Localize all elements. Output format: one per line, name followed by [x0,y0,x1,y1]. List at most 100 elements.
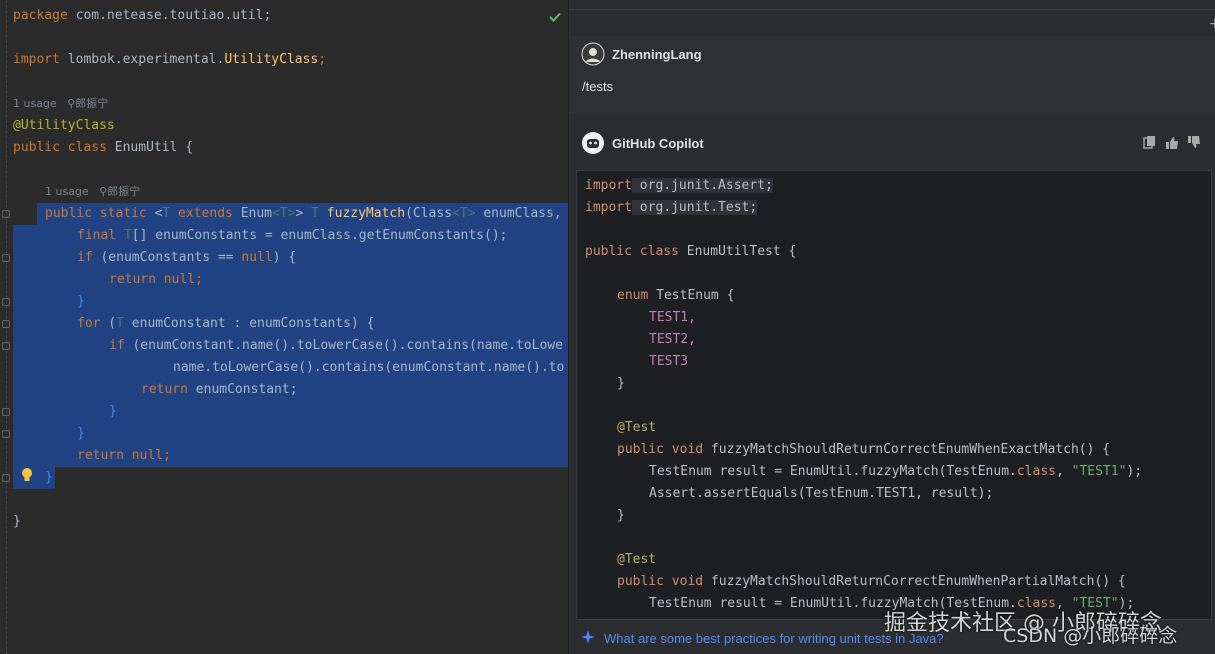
token: fuzzyMatchShouldReturnCorrectEnumWhenExa… [703,442,1111,457]
token: } [13,514,21,529]
token: public class [585,244,679,259]
token: public void [617,442,704,457]
code-line[interactable]: } [13,511,21,533]
plus-icon[interactable]: + [1209,16,1215,32]
code-editor[interactable]: package com.netease.toutiao.util; import… [0,0,568,654]
code-line: public class EnumUtilTest { [585,241,796,263]
code-line: TestEnum result = EnumUtil.fuzzyMatch(Te… [649,461,1142,483]
code-line[interactable]: return enumConstant; [141,379,298,401]
token: null; [123,448,171,463]
chat-toolbar [569,0,1215,10]
fold-marker[interactable] [2,210,10,218]
token: class [67,140,107,155]
token: Assert.assertEquals(TestEnum.TEST1, resu… [649,486,994,501]
code-line: } [617,373,625,395]
token: } [617,508,625,523]
code-line[interactable]: import lombok.experimental.UtilityClass; [13,49,326,71]
token: <T> [272,206,296,221]
author-name: 郎振宁 [107,185,141,198]
code-line[interactable]: } [45,467,53,489]
code-line: enum TestEnum { [617,285,734,307]
token: @Test [617,420,657,435]
code-line[interactable]: return null; [77,445,171,467]
token: <T> [452,206,476,221]
fold-marker[interactable] [2,320,10,328]
token: lombok.experimental. [67,52,225,67]
code-line[interactable]: final T[] enumConstants = enumClass.getE… [77,225,507,247]
user-message: /tests [582,79,614,94]
token: ; [318,52,327,67]
fold-marker[interactable] [2,254,10,262]
token: return [77,448,124,463]
token: for [77,316,101,331]
fold-marker[interactable] [2,298,10,306]
token: TEST1, [649,310,696,325]
code-line: @Test [617,549,656,571]
copilot-icon [582,132,604,154]
token: enumConstant : enumConstants) { [123,316,375,331]
token: com.netease.toutiao.util; [75,8,272,23]
token: T [311,206,319,221]
code-line: import org.junit.Test; [585,197,758,219]
token: EnumUtil { [114,140,194,155]
token: T [123,228,132,243]
code-block[interactable]: import org.junit.Assert; import org.juni… [576,170,1212,620]
token: enumClass, [475,206,562,221]
code-line[interactable]: } [77,291,85,313]
token: public static [45,206,147,221]
code-line: public void fuzzyMatchShouldReturnCorrec… [617,439,1110,461]
code-line[interactable]: } [77,423,85,445]
token: ); [1126,464,1143,479]
code-line: public void fuzzyMatchShouldReturnCorrec… [617,571,1126,593]
code-line[interactable]: name.toLowerCase().contains(enumConstant… [173,357,564,379]
thumbs-up-icon[interactable] [1165,136,1179,150]
token: return [141,382,188,397]
token: ) { [272,250,297,265]
code-line[interactable]: if (enumConstant.name().toLowerCase().co… [109,335,563,357]
code-line[interactable]: public class EnumUtil { [13,137,193,159]
token: public void [617,574,704,589]
code-line: TEST2, [649,329,696,351]
token: extends [170,206,241,221]
fold-marker[interactable] [2,430,10,438]
token: @UtilityClass [13,118,115,133]
token: (enumConstants == [92,250,242,265]
code-line[interactable]: @UtilityClass [13,115,115,137]
token: } [77,426,85,441]
avatar [581,42,605,66]
code-line[interactable]: public static <T extends Enum<T>> T fuzz… [45,203,562,225]
token: fuzzyMatchShouldReturnCorrectEnumWhenPar… [703,574,1126,589]
code-line[interactable]: if (enumConstants == null) { [77,247,296,269]
token: if [109,338,125,353]
usage-hint[interactable]: 1 usage ⚲郎振宁 [45,181,140,203]
bulb-icon[interactable] [20,467,34,483]
token: TEST3 [649,354,689,369]
code-line[interactable]: package com.netease.toutiao.util; [13,5,271,27]
usage-hint[interactable]: 1 usage ⚲郎振宁 [13,93,108,115]
code-line[interactable]: return null; [109,269,203,291]
fold-marker[interactable] [2,342,10,350]
token: public [13,140,60,155]
code-line: @Test [617,417,656,439]
fold-marker[interactable] [2,408,10,416]
usage-count[interactable]: 1 usage [13,97,57,110]
copy-icon[interactable] [1143,135,1157,149]
token: (Class [405,206,453,221]
code-line[interactable]: for (T enumConstant : enumConstants) { [77,313,374,335]
token: fuzzyMatch [326,206,406,221]
sparkle-icon [581,630,595,644]
token: import [585,200,632,215]
token: , [1056,464,1072,479]
code-line[interactable]: } [109,401,117,423]
thumbs-down-icon[interactable] [1187,135,1201,149]
usage-count[interactable]: 1 usage [45,185,89,198]
author-name: 郎振宁 [75,97,109,110]
copilot-chat-panel[interactable]: + ZhenningLang /tests GitHub Copilot imp… [568,0,1215,654]
watermark-text: CSDN @小郎碎碎念 [1003,625,1178,647]
token: return [109,272,156,287]
token: TestEnum { [648,288,735,303]
fold-marker[interactable] [2,474,10,482]
token: name.toLowerCase().contains(enumConstant… [173,360,565,375]
token: TestEnum result = EnumUtil.fuzzyMatch(Te… [649,464,1017,479]
token: TEST2, [649,332,696,347]
